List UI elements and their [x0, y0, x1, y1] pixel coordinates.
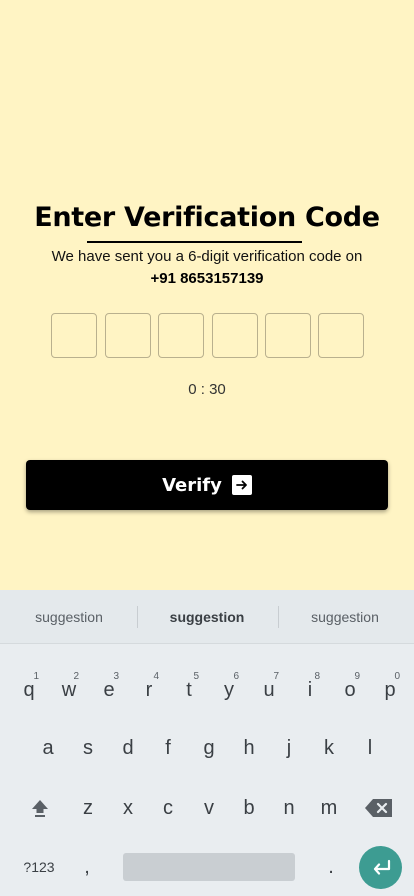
verification-screen: Enter Verification Code We have sent you…: [0, 0, 414, 590]
otp-digit-1[interactable]: [51, 313, 97, 358]
key-hint: 8: [314, 671, 320, 682]
otp-digit-6[interactable]: [318, 313, 364, 358]
key-b[interactable]: b: [229, 783, 269, 833]
suggestion-bar: suggestion suggestion suggestion: [0, 590, 414, 644]
key-hint: 7: [273, 671, 279, 682]
otp-digit-4[interactable]: [212, 313, 258, 358]
otp-digit-5[interactable]: [265, 313, 311, 358]
key-s[interactable]: s: [68, 723, 108, 773]
key-w[interactable]: w2: [49, 665, 89, 715]
key-l[interactable]: l: [350, 723, 390, 773]
key-r[interactable]: r4: [129, 665, 169, 715]
backspace-icon[interactable]: [359, 783, 399, 833]
otp-digit-2[interactable]: [105, 313, 151, 358]
key-hint: 6: [233, 671, 239, 682]
enter-icon[interactable]: [359, 846, 402, 889]
key-hint: 1: [33, 671, 39, 682]
key-hint: 4: [153, 671, 159, 682]
key-o[interactable]: o9: [330, 665, 370, 715]
verify-button[interactable]: Verify: [26, 460, 388, 510]
key-label: r: [145, 678, 153, 701]
shift-icon[interactable]: [20, 783, 60, 833]
key-hint: 5: [193, 671, 199, 682]
suggestion-right[interactable]: suggestion: [276, 590, 414, 644]
verification-subtitle: We have sent you a 6-digit verification …: [51, 248, 363, 265]
key-q[interactable]: q1: [9, 665, 49, 715]
soft-keyboard: suggestion suggestion suggestion q1 w2 e…: [0, 590, 414, 896]
key-n[interactable]: n: [269, 783, 309, 833]
key-d[interactable]: d: [108, 723, 148, 773]
otp-digit-3[interactable]: [158, 313, 204, 358]
key-z[interactable]: z: [68, 783, 108, 833]
otp-input-row: [51, 313, 365, 358]
key-hint: 3: [113, 671, 119, 682]
phone-number: +91 8653157139: [150, 270, 264, 287]
key-g[interactable]: g: [189, 723, 229, 773]
period-key[interactable]: .: [311, 842, 351, 892]
space-key[interactable]: [123, 853, 295, 881]
key-u[interactable]: u7: [249, 665, 289, 715]
key-hint: 0: [394, 671, 400, 682]
key-t[interactable]: t5: [169, 665, 209, 715]
key-a[interactable]: a: [28, 723, 68, 773]
key-j[interactable]: j: [269, 723, 309, 773]
key-hint: 2: [73, 671, 79, 682]
arrow-right-icon: [231, 475, 252, 495]
key-i[interactable]: i8: [290, 665, 330, 715]
suggestion-left[interactable]: suggestion: [0, 590, 138, 644]
key-k[interactable]: k: [309, 723, 349, 773]
page-title: Enter Verification Code: [34, 202, 380, 233]
comma-key[interactable]: ,: [67, 842, 107, 892]
symbols-key[interactable]: ?123: [18, 842, 60, 892]
key-y[interactable]: y6: [209, 665, 249, 715]
key-x[interactable]: x: [108, 783, 148, 833]
key-c[interactable]: c: [148, 783, 188, 833]
key-v[interactable]: v: [189, 783, 229, 833]
title-underline: [87, 241, 302, 243]
suggestion-middle[interactable]: suggestion: [138, 590, 276, 644]
verify-button-label: Verify: [162, 474, 222, 496]
key-f[interactable]: f: [148, 723, 188, 773]
resend-timer: 0 : 30: [188, 381, 226, 398]
key-m[interactable]: m: [309, 783, 349, 833]
key-label: i: [307, 678, 313, 701]
key-h[interactable]: h: [229, 723, 269, 773]
key-e[interactable]: e3: [89, 665, 129, 715]
key-hint: 9: [354, 671, 360, 682]
key-p[interactable]: p0: [370, 665, 410, 715]
key-label: t: [186, 678, 192, 701]
